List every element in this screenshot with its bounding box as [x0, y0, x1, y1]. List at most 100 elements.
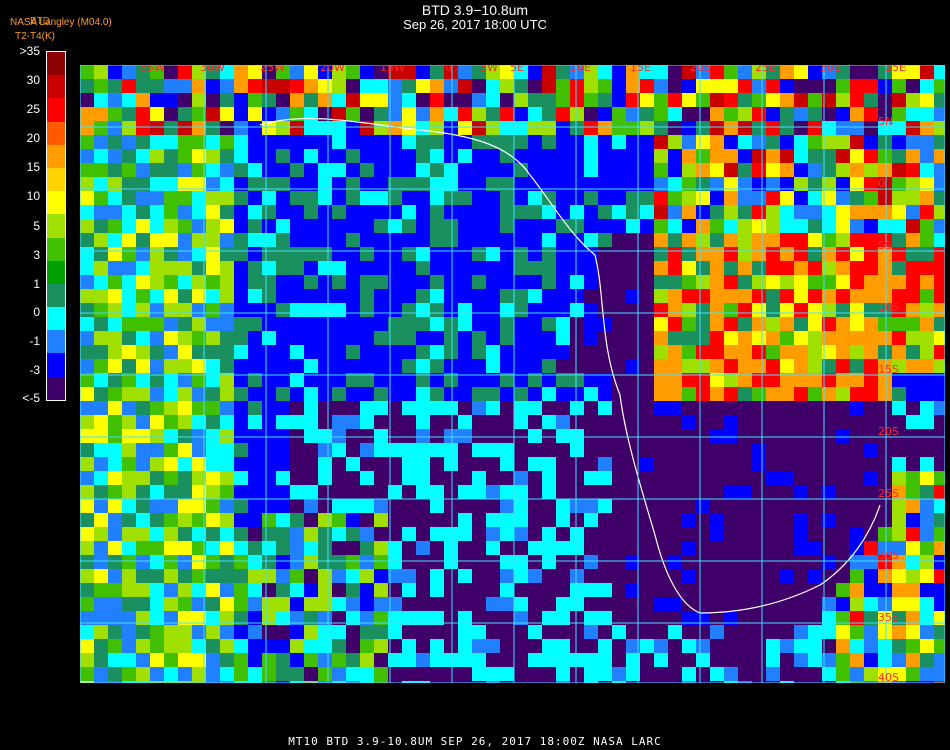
map-pixel-cell [850, 359, 864, 373]
map-pixel-cell [430, 401, 444, 415]
map-pixel-cell [514, 415, 528, 429]
map-pixel-cell [710, 331, 724, 345]
map-pixel-cell [402, 653, 416, 667]
map-pixel-cell [276, 639, 290, 653]
map-pixel-cell [738, 345, 752, 359]
map-pixel-cell [892, 107, 906, 121]
map-pixel-cell [682, 471, 696, 485]
map-pixel-cell [122, 163, 136, 177]
map-pixel-cell [122, 233, 136, 247]
map-pixel-cell [556, 541, 570, 555]
map-pixel-cell [486, 247, 500, 261]
map-pixel-cell [486, 163, 500, 177]
map-pixel-cell [276, 625, 290, 639]
map-pixel-cell [794, 163, 808, 177]
map-pixel-cell [780, 345, 794, 359]
map-pixel-cell [556, 499, 570, 513]
map-pixel-cell [584, 625, 598, 639]
map-pixel-cell [514, 513, 528, 527]
map-pixel-cell [584, 485, 598, 499]
map-pixel-cell [906, 443, 920, 457]
map-pixel-cell [206, 485, 220, 499]
map-pixel-cell [780, 121, 794, 135]
map-pixel-cell [346, 527, 360, 541]
map-pixel-cell [458, 121, 472, 135]
map-pixel-cell [444, 303, 458, 317]
map-pixel-cell [766, 359, 780, 373]
map-pixel-cell [934, 233, 945, 247]
map-pixel-cell [934, 471, 945, 485]
map-pixel-cell [248, 107, 262, 121]
map-pixel-cell [276, 107, 290, 121]
map-pixel-cell [122, 247, 136, 261]
map-pixel-cell [374, 303, 388, 317]
map-pixel-cell [878, 317, 892, 331]
map-pixel-cell [794, 261, 808, 275]
map-pixel-cell [668, 219, 682, 233]
map-pixel-cell [416, 597, 430, 611]
map-pixel-cell [864, 401, 878, 415]
map-pixel-cell [206, 415, 220, 429]
map-pixel-cell [794, 499, 808, 513]
map-pixel-cell [920, 331, 934, 345]
map-pixel-cell [654, 247, 668, 261]
map-pixel-cell [836, 513, 850, 527]
map-pixel-cell [542, 639, 556, 653]
map-pixel-cell [94, 233, 108, 247]
map-pixel-cell [150, 289, 164, 303]
map-pixel-cell [360, 289, 374, 303]
map-pixel-cell [878, 513, 892, 527]
map-pixel-cell [766, 667, 780, 681]
map-pixel-cell [360, 583, 374, 597]
map-pixel-cell [374, 191, 388, 205]
map-pixel-cell [430, 555, 444, 569]
map-pixel-cell [318, 121, 332, 135]
map-pixel-cell [136, 485, 150, 499]
map-pixel-cell [430, 667, 444, 681]
map-pixel-cell [318, 569, 332, 583]
map-pixel-cell [444, 247, 458, 261]
map-pixel-cell [906, 359, 920, 373]
map-pixel-cell [108, 79, 122, 93]
map-pixel-cell [458, 597, 472, 611]
map-pixel-cell [164, 191, 178, 205]
map-pixel-cell [430, 639, 444, 653]
map-pixel-cell [318, 205, 332, 219]
map-pixel-cell [290, 415, 304, 429]
map-pixel-cell [430, 625, 444, 639]
map-pixel-cell [668, 471, 682, 485]
satellite-map[interactable]: 35W 30W 25W 20W 15W 5W0 5E 10E 15E 20E 25E 30E 35E5N… [80, 65, 945, 683]
legend-tick-label: 30 [26, 73, 40, 87]
map-pixel-cell [906, 79, 920, 93]
map-pixel-cell [164, 219, 178, 233]
map-pixel-cell [528, 149, 542, 163]
map-pixel-cell [836, 457, 850, 471]
map-pixel-cell [220, 261, 234, 275]
map-pixel-cell [472, 499, 486, 513]
map-pixel-cell [136, 569, 150, 583]
map-pixel-cell [276, 359, 290, 373]
map-pixel-cell [528, 93, 542, 107]
map-pixel-cell [724, 191, 738, 205]
map-pixel-cell [234, 205, 248, 219]
map-pixel-cell [206, 135, 220, 149]
map-pixel-cell [542, 541, 556, 555]
map-pixel-cell [906, 219, 920, 233]
map-pixel-cell [94, 471, 108, 485]
map-pixel-cell [780, 247, 794, 261]
map-pixel-cell [80, 639, 94, 653]
map-pixel-cell [108, 569, 122, 583]
map-pixel-cell [808, 639, 822, 653]
map-pixel-cell [794, 135, 808, 149]
map-pixel-cell [136, 303, 150, 317]
map-pixel-cell [430, 79, 444, 93]
map-pixel-cell [598, 499, 612, 513]
map-pixel-cell [570, 597, 584, 611]
map-pixel-cell [528, 317, 542, 331]
map-pixel-cell [570, 415, 584, 429]
map-pixel-cell [514, 555, 528, 569]
map-pixel-cell [934, 247, 945, 261]
map-pixel-cell [808, 513, 822, 527]
map-pixel-cell [500, 499, 514, 513]
map-pixel-cell [276, 387, 290, 401]
